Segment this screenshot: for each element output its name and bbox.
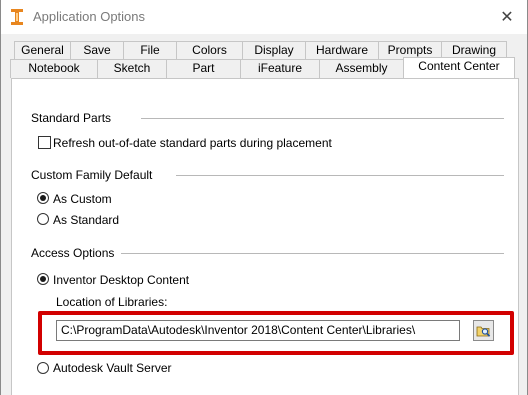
refresh-parts-label: Refresh out-of-date standard parts durin… <box>53 136 332 150</box>
tab-sketch[interactable]: Sketch <box>97 59 167 78</box>
desktop-content-radio[interactable] <box>37 273 49 285</box>
tab-save[interactable]: Save <box>70 41 124 60</box>
application-options-window: Application Options ✕ General Save File … <box>0 0 528 395</box>
tab-display[interactable]: Display <box>242 41 306 60</box>
tab-ifeature[interactable]: iFeature <box>240 59 320 78</box>
custom-family-divider <box>176 175 504 176</box>
window-title: Application Options <box>33 9 146 24</box>
tab-content-center[interactable]: Content Center <box>403 57 515 78</box>
vault-server-label: Autodesk Vault Server <box>53 361 172 375</box>
libraries-path-input[interactable]: C:\ProgramData\Autodesk\Inventor 2018\Co… <box>56 320 460 341</box>
vault-server-radio[interactable] <box>37 362 49 374</box>
tab-row-2: Notebook Sketch Part iFeature Assembly C… <box>10 57 515 78</box>
as-standard-label: As Standard <box>53 213 120 227</box>
as-custom-radio[interactable] <box>37 192 49 204</box>
as-standard-radio[interactable] <box>37 213 49 225</box>
access-options-label: Access Options <box>31 246 115 260</box>
tab-hardware[interactable]: Hardware <box>305 41 379 60</box>
tab-general[interactable]: General <box>14 41 71 60</box>
tab-assembly[interactable]: Assembly <box>319 59 404 78</box>
as-custom-label: As Custom <box>53 192 112 206</box>
refresh-parts-checkbox[interactable] <box>38 136 51 149</box>
browse-button[interactable] <box>473 320 494 341</box>
location-of-libraries-label: Location of Libraries: <box>56 295 168 309</box>
tab-notebook[interactable]: Notebook <box>10 59 98 78</box>
title-bar: Application Options ✕ <box>1 0 527 34</box>
close-icon: ✕ <box>500 9 514 26</box>
standard-parts-label: Standard Parts <box>31 111 112 125</box>
tab-part[interactable]: Part <box>166 59 241 78</box>
custom-family-default-label: Custom Family Default <box>31 168 153 182</box>
content-center-panel <box>11 78 519 395</box>
desktop-content-label: Inventor Desktop Content <box>53 273 190 287</box>
tab-colors[interactable]: Colors <box>176 41 243 60</box>
tab-file[interactable]: File <box>123 41 177 60</box>
access-options-divider <box>121 253 504 254</box>
standard-parts-divider <box>141 118 504 119</box>
browse-folder-icon <box>476 326 491 337</box>
close-button[interactable]: ✕ <box>493 4 521 30</box>
inventor-app-icon <box>11 9 23 25</box>
